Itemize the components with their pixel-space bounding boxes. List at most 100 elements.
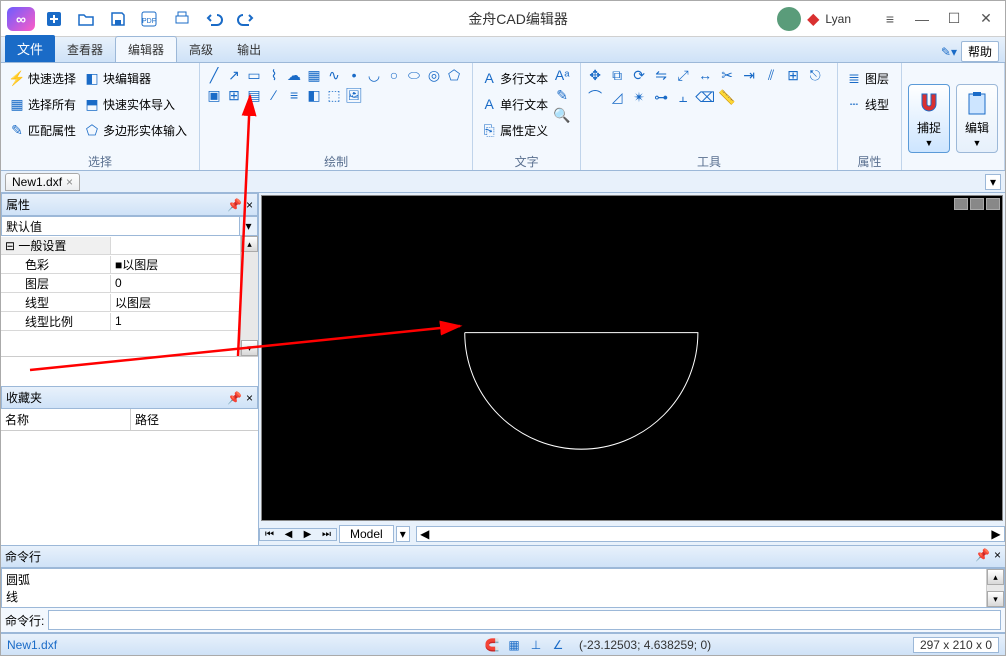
qat-open[interactable] [73,6,99,32]
layer[interactable]: ≣图层 [844,67,891,89]
chamfer-icon[interactable]: ◿ [609,89,625,105]
mtext[interactable]: A多行文本 [479,67,550,89]
properties-section[interactable]: ⊟ 一般设置 [1,236,240,255]
polygon2-icon[interactable]: ⬠ [446,67,462,83]
tab-advanced[interactable]: 高级 [177,37,225,62]
polyline-icon[interactable]: ⌇ [266,67,282,83]
break-icon[interactable]: ⎋ [807,67,823,83]
close-icon[interactable]: × [994,548,1001,565]
table-row[interactable]: 线型比例1 [1,312,240,331]
view-min-icon[interactable] [954,198,968,210]
close-icon[interactable]: × [66,175,73,189]
user-name[interactable]: Lyan [825,12,851,26]
qat-redo[interactable] [233,6,259,32]
rotate-icon[interactable]: ⟳ [631,67,647,83]
insert-icon[interactable]: ⊞ [226,87,242,103]
model-tab[interactable]: Model [339,525,394,543]
explode-icon[interactable]: ✴ [631,89,647,105]
maximize-button[interactable]: ☐ [941,6,967,32]
qat-save[interactable] [105,6,131,32]
quick-select[interactable]: ⚡快速选择 [7,67,78,89]
measure-icon[interactable]: 📏 [719,89,735,105]
close-icon[interactable]: × [246,391,253,405]
polygon-entity-input[interactable]: ⬠多边形实体输入 [82,119,189,141]
qat-new[interactable] [41,6,67,32]
tab-output[interactable]: 输出 [225,37,273,62]
fillet-icon[interactable]: ⌒ [587,89,603,105]
array-icon[interactable]: ⊞ [785,67,801,83]
file-tab[interactable]: 文件 [5,35,55,62]
text-edit-icon[interactable]: ✎ [554,87,570,103]
pen-dropdown-icon[interactable]: ✎▾ [941,45,957,59]
prop-val[interactable]: 0 [111,276,240,290]
scale-icon[interactable]: ⤢ [675,67,691,83]
pin-icon[interactable]: 📌 [227,198,242,212]
scrollbar[interactable]: ▴▾ [986,569,1004,607]
stext[interactable]: A单行文本 [479,93,550,115]
prop-val[interactable]: 以图层 [111,294,240,311]
pin-icon[interactable]: 📌 [227,391,242,405]
h-scrollbar[interactable]: ◀▶ [416,526,1005,542]
circle-icon[interactable]: ○ [386,67,402,83]
point-icon[interactable]: • [346,67,362,83]
menu-button[interactable]: ≡ [877,6,903,32]
trim-icon[interactable]: ✂ [719,67,735,83]
hatch-icon[interactable]: ▦ [306,67,322,83]
qat-print[interactable] [169,6,195,32]
ellipse-icon[interactable]: ⬭ [406,67,422,83]
block2-icon[interactable]: ▣ [206,87,222,103]
osnap-icon[interactable]: 🧲 [483,636,501,654]
attrdef[interactable]: ⎘属性定义 [479,119,550,141]
view-close-icon[interactable] [986,198,1000,210]
fav-col-path[interactable]: 路径 [131,409,163,430]
mirror-icon[interactable]: ⇋ [653,67,669,83]
line-icon[interactable]: ╱ [206,67,222,83]
xline-icon[interactable]: ∕ [266,87,282,103]
tab-editor[interactable]: 编辑器 [115,36,177,62]
qat-undo[interactable] [201,6,227,32]
match-props[interactable]: ✎匹配属性 [7,119,78,141]
model-tab-nav[interactable]: ⏮◀▶⏭ [259,528,337,541]
prop-val[interactable]: ■以图层 [111,256,240,273]
scroll-down[interactable]: ▾ [241,340,258,356]
move-icon[interactable]: ✥ [587,67,603,83]
image-icon[interactable]: 🖼 [346,87,362,103]
drawing-canvas[interactable] [261,195,1003,521]
quick-entity-import[interactable]: ⬒快速实体导入 [82,93,189,115]
scroll-down[interactable]: ▾ [987,591,1004,607]
donut-icon[interactable]: ◎ [426,67,442,83]
offset-icon[interactable]: ⫽ [763,67,779,83]
minimize-button[interactable]: — [909,6,935,32]
command-input[interactable] [48,610,1001,630]
polar-icon[interactable]: ∠ [549,636,567,654]
ortho-icon[interactable]: ⊥ [527,636,545,654]
join-icon[interactable]: ⊶ [653,89,669,105]
fav-col-name[interactable]: 名称 [1,409,131,430]
scrollbar[interactable]: ▴▾ [240,236,258,356]
prop-val[interactable]: 1 [111,314,240,328]
table-row[interactable]: 线型以图层 [1,293,240,312]
help-button[interactable]: 帮助 [961,41,999,62]
snap-button[interactable]: 捕捉 ▼ [908,84,950,153]
chevron-down-icon[interactable]: ▾ [239,217,257,235]
align-icon[interactable]: ⫠ [675,89,691,105]
doc-tab[interactable]: New1.dxf × [5,173,80,191]
table-row[interactable]: 图层0 [1,274,240,293]
extend-icon[interactable]: ⇥ [741,67,757,83]
revcloud-icon[interactable]: ☁ [286,67,302,83]
erase-icon[interactable]: ⌫ [697,89,713,105]
grid-icon[interactable]: ▦ [505,636,523,654]
spline-icon[interactable]: ∿ [326,67,342,83]
pin-icon[interactable]: 📌 [975,548,990,565]
linetype[interactable]: ┄线型 [844,93,891,115]
close-button[interactable]: ✕ [973,6,999,32]
qat-pdf[interactable]: PDF [137,6,163,32]
view-max-icon[interactable] [970,198,984,210]
select-all[interactable]: ▦选择所有 [7,93,78,115]
rect-icon[interactable]: ▭ [246,67,262,83]
doc-tabs-dropdown[interactable]: ▾ [985,174,1001,190]
scroll-up[interactable]: ▴ [987,569,1004,585]
chevron-down-icon[interactable]: ▾ [396,526,410,542]
properties-combo[interactable]: ▾ [1,216,258,236]
ray-icon[interactable]: ↗ [226,67,242,83]
